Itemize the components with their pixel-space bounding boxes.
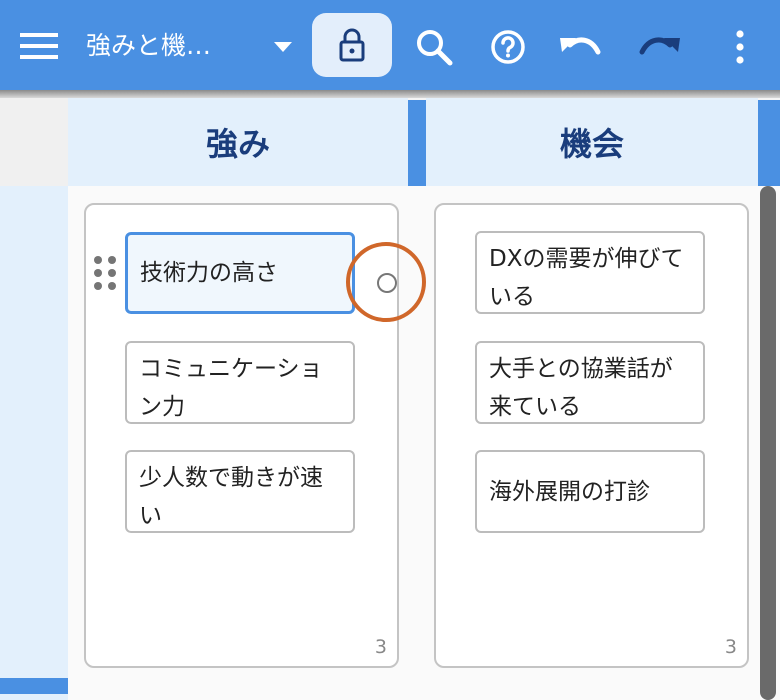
menu-icon bbox=[20, 33, 58, 59]
chevron-down-icon bbox=[274, 42, 292, 52]
left-pane-header bbox=[0, 98, 68, 186]
left-pane-indicator bbox=[0, 678, 68, 694]
card-opportunity-dx[interactable]: DXの需要が伸びている bbox=[475, 231, 705, 314]
search-button[interactable] bbox=[408, 24, 460, 70]
title-dropdown-button[interactable] bbox=[268, 30, 298, 64]
left-pane-footer bbox=[0, 694, 68, 700]
undo-icon bbox=[560, 37, 601, 55]
toolbar-shadow bbox=[0, 90, 780, 98]
more-vertical-icon bbox=[736, 30, 744, 64]
undo-button[interactable] bbox=[554, 24, 606, 70]
card-strength-tech[interactable]: 技術力の高さ bbox=[125, 232, 355, 314]
app-toolbar: 強みと機… bbox=[0, 0, 780, 90]
card-text: DXの需要が伸びている bbox=[489, 246, 684, 310]
card-text: 海外展開の打診 bbox=[489, 478, 650, 505]
column-header-opportunities[interactable]: 機会 bbox=[426, 98, 758, 186]
column-divider[interactable] bbox=[758, 100, 780, 186]
connector-handle[interactable] bbox=[346, 242, 426, 322]
menu-button[interactable] bbox=[18, 28, 60, 64]
drag-handle-icon[interactable] bbox=[94, 256, 116, 292]
lock-button[interactable] bbox=[312, 13, 392, 77]
lock-icon bbox=[339, 28, 365, 62]
redo-icon bbox=[639, 37, 680, 55]
card-opportunity-overseas[interactable]: 海外展開の打診 bbox=[475, 450, 705, 533]
more-options-button[interactable] bbox=[720, 24, 760, 70]
card-count: 3 bbox=[724, 636, 737, 658]
card-opportunity-partnership[interactable]: 大手との協業話が来ている bbox=[475, 341, 705, 424]
column-divider[interactable] bbox=[408, 100, 426, 186]
help-icon bbox=[491, 30, 525, 64]
card-strength-communication[interactable]: コミュニケーション力 bbox=[125, 341, 355, 424]
card-text: 少人数で動きが速い bbox=[139, 465, 323, 529]
help-button[interactable] bbox=[482, 24, 534, 70]
card-text: 技術力の高さ bbox=[140, 260, 278, 286]
redo-button[interactable] bbox=[634, 24, 686, 70]
left-pane bbox=[0, 186, 68, 678]
search-icon bbox=[417, 30, 453, 66]
card-text: 大手との協業話が来ている bbox=[489, 356, 673, 420]
document-title[interactable]: 強みと機… bbox=[86, 24, 266, 68]
card-count: 3 bbox=[374, 636, 387, 658]
card-text: コミュニケーション力 bbox=[139, 356, 323, 420]
vertical-scrollbar[interactable] bbox=[760, 186, 776, 700]
column-header-strengths[interactable]: 強み bbox=[68, 98, 408, 186]
card-strength-speed[interactable]: 少人数で動きが速い bbox=[125, 450, 355, 533]
